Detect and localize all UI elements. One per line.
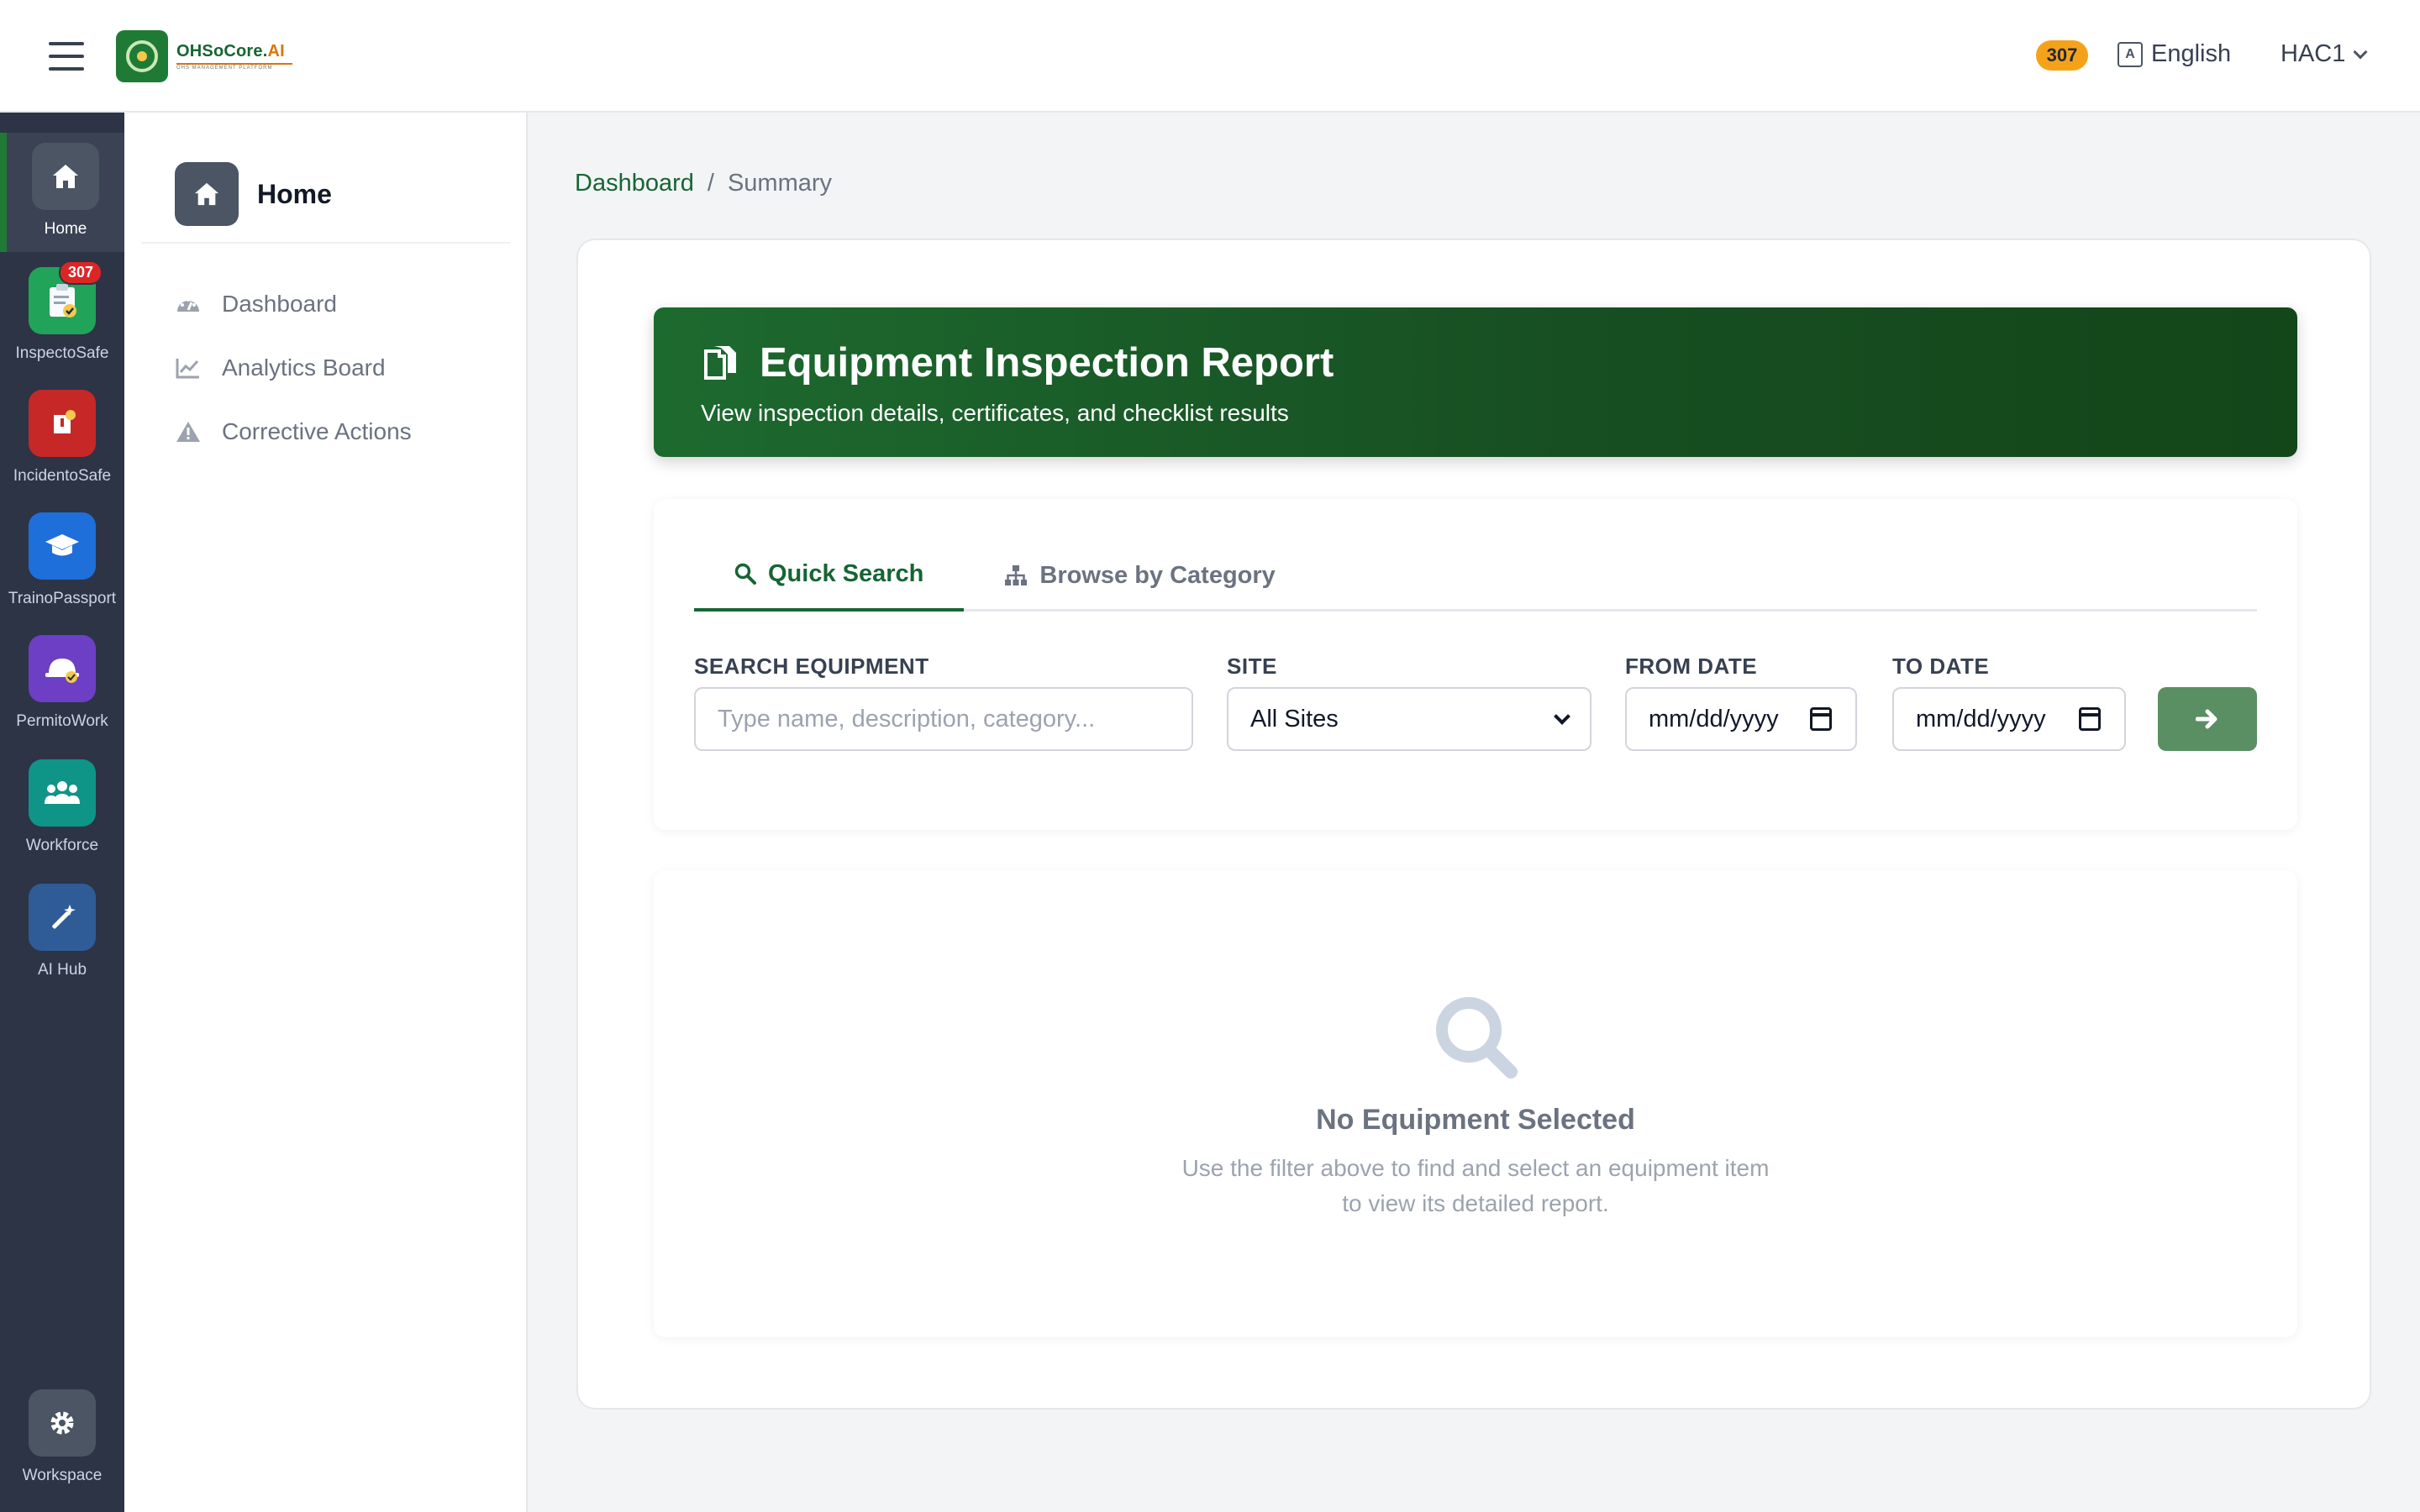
calendar-icon[interactable] [1810, 707, 1832, 731]
sidebar-item-analytics-board[interactable]: Analytics Board [175, 336, 412, 400]
tab-bar: Quick Search Browse by Category [694, 539, 2257, 612]
graduation-cap-icon [29, 512, 96, 580]
rail-item-inspectosafe[interactable]: 307 InspectoSafe [0, 260, 124, 363]
sidebar-header: Home [141, 146, 511, 244]
rail-label: TrainoPassport [8, 590, 117, 607]
empty-state-panel: No Equipment Selected Use the filter abo… [654, 870, 2297, 1337]
magic-wand-icon [29, 884, 96, 951]
chevron-down-icon [2353, 45, 2368, 59]
search-icon [734, 563, 756, 585]
sidebar-menu: Dashboard Analytics Board Corrective Act… [175, 272, 412, 464]
site-label: SITE [1227, 654, 1277, 679]
to-date-input[interactable]: mm/dd/yyyy [1892, 687, 2126, 751]
rail-item-trainopassport[interactable]: TrainoPassport [0, 512, 124, 608]
rail-item-incidentosafe[interactable]: IncidentoSafe [0, 390, 124, 486]
sidebar-item-dashboard[interactable]: Dashboard [175, 272, 412, 336]
warning-icon [175, 418, 202, 445]
site-select-value: All Sites [1250, 705, 1339, 732]
to-date-label: TO DATE [1892, 654, 1990, 679]
sidebar-title: Home [257, 178, 332, 209]
search-equipment-label: SEARCH EQUIPMENT [694, 654, 929, 679]
logo-name: OHSoCore. [176, 42, 268, 60]
rail-label: Workspace [22, 1467, 103, 1484]
language-label: English [2151, 40, 2232, 67]
top-bar: OHSoCore.AI OHS MANAGEMENT PLATFORM 307 … [0, 0, 2420, 113]
hard-hat-icon [29, 635, 96, 702]
rail-label: AI Hub [37, 961, 87, 979]
empty-state-line: to view its detailed report. [1342, 1190, 1609, 1216]
empty-state-title: No Equipment Selected [1316, 1104, 1635, 1136]
secondary-sidebar: Home Dashboard Analytics Board Correctiv… [124, 113, 528, 1512]
empty-state-text: Use the filter above to find and select … [654, 1151, 2297, 1221]
breadcrumb-separator: / [707, 170, 714, 197]
chevron-down-icon [1554, 708, 1570, 725]
search-equipment-input[interactable]: Type name, description, category... [694, 687, 1193, 751]
incident-icon [29, 390, 96, 457]
sidebar-item-label: Analytics Board [222, 354, 386, 381]
menu-toggle-icon[interactable] [49, 42, 84, 71]
sidebar-item-corrective-actions[interactable]: Corrective Actions [175, 400, 412, 464]
sidebar-item-label: Corrective Actions [222, 418, 412, 444]
inspectosafe-badge: 307 [58, 260, 103, 285]
notification-badge[interactable]: 307 [2036, 40, 2088, 71]
rail-item-workforce[interactable]: Workforce [0, 759, 124, 855]
filter-panel: Quick Search Browse by Category SEARCH E… [654, 499, 2297, 830]
empty-state-line: Use the filter above to find and select … [1181, 1155, 1770, 1181]
tab-label: Quick Search [768, 559, 924, 587]
rail-label: Workforce [25, 837, 99, 854]
gear-icon [29, 1389, 96, 1457]
breadcrumb: Dashboard / Summary [575, 170, 832, 197]
file-copy-icon [704, 346, 736, 380]
user-menu[interactable]: HAC1 [2281, 40, 2368, 68]
sitemap-icon [1005, 565, 1028, 585]
to-date-placeholder: mm/dd/yyyy [1916, 705, 2046, 732]
rail-item-ai-hub[interactable]: AI Hub [0, 884, 124, 979]
chart-line-icon [175, 354, 202, 381]
logo-mark [116, 30, 168, 82]
app-logo[interactable]: OHSoCore.AI OHS MANAGEMENT PLATFORM [116, 30, 292, 82]
rail-label: PermitoWork [16, 712, 108, 730]
from-date-input[interactable]: mm/dd/yyyy [1625, 687, 1857, 751]
sidebar-item-label: Dashboard [222, 291, 337, 317]
users-icon [29, 759, 96, 827]
calendar-icon[interactable] [2079, 707, 2101, 731]
breadcrumb-current: Summary [727, 170, 833, 197]
rail-label: InspectoSafe [15, 344, 109, 362]
search-icon [1436, 997, 1518, 1079]
clipboard-check-icon: 307 [29, 260, 103, 334]
gauge-icon [175, 291, 202, 318]
rail-label: Home [44, 220, 87, 238]
tab-quick-search[interactable]: Quick Search [694, 539, 965, 612]
from-date-placeholder: mm/dd/yyyy [1649, 705, 1779, 732]
rail-item-home[interactable]: Home [0, 133, 124, 252]
app-rail: Home 307 InspectoSafe IncidentoSafe Trai… [0, 113, 124, 1512]
page-title: Equipment Inspection Report [760, 340, 1334, 386]
arrow-right-icon [2196, 709, 2217, 729]
logo-tagline: OHS MANAGEMENT PLATFORM [176, 63, 292, 71]
search-submit-button[interactable] [2158, 687, 2257, 751]
tab-label: Browse by Category [1039, 561, 1276, 589]
home-icon [175, 162, 239, 226]
main-card: Equipment Inspection Report View inspect… [576, 239, 2371, 1410]
logo-ai: AI [267, 42, 285, 60]
report-banner: Equipment Inspection Report View inspect… [654, 307, 2297, 457]
user-name: HAC1 [2281, 40, 2346, 67]
rail-label: IncidentoSafe [13, 467, 112, 485]
tab-browse-by-category[interactable]: Browse by Category [964, 539, 1315, 612]
translate-icon: A [2118, 41, 2143, 67]
page-subtitle: View inspection details, certificates, a… [701, 400, 1289, 426]
rail-item-workspace[interactable]: Workspace [0, 1389, 124, 1485]
language-selector[interactable]: A English [2118, 40, 2231, 68]
breadcrumb-dashboard[interactable]: Dashboard [575, 170, 694, 197]
from-date-label: FROM DATE [1625, 654, 1758, 679]
site-select[interactable]: All Sites [1227, 687, 1591, 751]
rail-item-permitowork[interactable]: PermitoWork [0, 635, 124, 731]
home-icon [32, 143, 99, 210]
